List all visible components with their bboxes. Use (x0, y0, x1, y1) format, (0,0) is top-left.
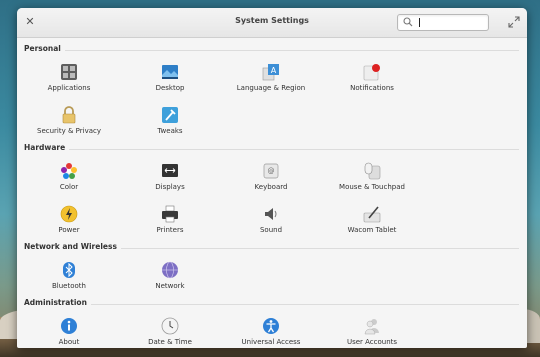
item-label: Bluetooth (52, 282, 86, 290)
item-label: Notifications (350, 84, 394, 92)
item-label: Security & Privacy (37, 127, 101, 135)
item-label: About (58, 338, 80, 346)
item-label: Date & Time (148, 338, 192, 346)
section-label: Personal (24, 44, 65, 53)
applications-icon (61, 64, 77, 80)
item-label: Tweaks (157, 127, 183, 135)
item-label: User Accounts (346, 338, 398, 346)
item-label: Mouse & Touchpad (339, 183, 405, 191)
section-label: Administration (24, 298, 91, 307)
printer-icon (162, 205, 178, 223)
section-header: Personal (17, 41, 527, 55)
item-label: Applications (47, 84, 91, 92)
text-caret (419, 18, 420, 27)
svg-text:@: @ (268, 167, 275, 175)
language-region-icon: A (262, 64, 279, 81)
plug-mouse-touchpad[interactable]: Mouse & Touchpad (322, 162, 422, 191)
titlebar: ✕ System Settings (17, 8, 527, 38)
network-icon (162, 261, 178, 279)
bluetooth-icon (63, 262, 75, 278)
user-accounts-icon (364, 319, 379, 335)
svg-text:A: A (271, 66, 277, 75)
section-header: Hardware (17, 140, 527, 154)
plug-applications[interactable]: Applications (19, 63, 119, 92)
plug-about[interactable]: About (19, 317, 119, 346)
section-header: Administration (17, 295, 527, 309)
item-label: Wacom Tablet (347, 226, 397, 234)
plug-universal-access[interactable]: Universal Access (221, 317, 321, 346)
item-label: Keyboard (254, 183, 288, 191)
item-label: Network (155, 282, 185, 290)
keyboard-icon: @ (263, 163, 279, 179)
plug-user-accounts[interactable]: User Accounts (322, 317, 422, 346)
plug-color[interactable]: Color (19, 162, 119, 191)
sound-icon (265, 208, 277, 220)
plug-tweaks[interactable]: Tweaks (120, 106, 220, 135)
plug-displays[interactable]: Displays (120, 162, 220, 191)
notifications-icon (363, 64, 380, 81)
plug-power[interactable]: Power (19, 205, 119, 234)
wacom-tablet-icon (363, 206, 381, 223)
section-label: Hardware (24, 143, 70, 152)
item-label: Printers (156, 226, 184, 234)
section-administration: Administration About Date & Time Univers… (17, 295, 527, 346)
item-label: Universal Access (241, 338, 301, 346)
power-icon (60, 205, 78, 223)
search-field[interactable] (397, 14, 489, 31)
plug-printers[interactable]: Printers (120, 205, 220, 234)
item-label: Displays (155, 183, 185, 191)
section-label: Network and Wireless (24, 242, 121, 251)
mouse-icon (364, 162, 381, 180)
plug-network[interactable]: Network (120, 261, 220, 290)
section-header: Network and Wireless (17, 239, 527, 253)
plug-bluetooth[interactable]: Bluetooth (19, 261, 119, 290)
search-icon (403, 17, 413, 27)
plug-wacom-tablet[interactable]: Wacom Tablet (322, 205, 422, 234)
plug-date-time[interactable]: Date & Time (120, 317, 220, 346)
item-label: Sound (259, 226, 283, 234)
maximize-icon[interactable] (508, 16, 520, 28)
search-input[interactable] (416, 16, 484, 28)
section-network-wireless: Network and Wireless Bluetooth Network (17, 239, 527, 290)
clock-icon (161, 317, 179, 335)
item-label: Power (58, 226, 80, 234)
section-personal: Personal Applications Desktop A Language… (17, 41, 527, 135)
accessibility-icon (263, 318, 279, 334)
plug-language-region[interactable]: A Language & Region (221, 63, 321, 92)
section-hardware: Hardware Color Displays @ Keyboard Mouse… (17, 140, 527, 234)
system-settings-window: ✕ System Settings Personal Applications … (17, 8, 527, 348)
displays-icon (162, 164, 178, 177)
plug-keyboard[interactable]: @ Keyboard (221, 162, 321, 191)
item-label: Color (59, 183, 79, 191)
settings-content: Personal Applications Desktop A Language… (17, 38, 527, 348)
plug-desktop[interactable]: Desktop (120, 63, 220, 92)
item-label: Desktop (155, 84, 185, 92)
color-icon (61, 163, 77, 179)
plug-notifications[interactable]: Notifications (322, 63, 422, 92)
plug-sound[interactable]: Sound (221, 205, 321, 234)
item-label: Language & Region (236, 84, 306, 92)
about-icon (61, 318, 77, 334)
tweaks-icon (162, 107, 178, 123)
plug-security-privacy[interactable]: Security & Privacy (19, 106, 119, 135)
desktop-icon (162, 65, 178, 79)
lock-icon (62, 106, 76, 124)
